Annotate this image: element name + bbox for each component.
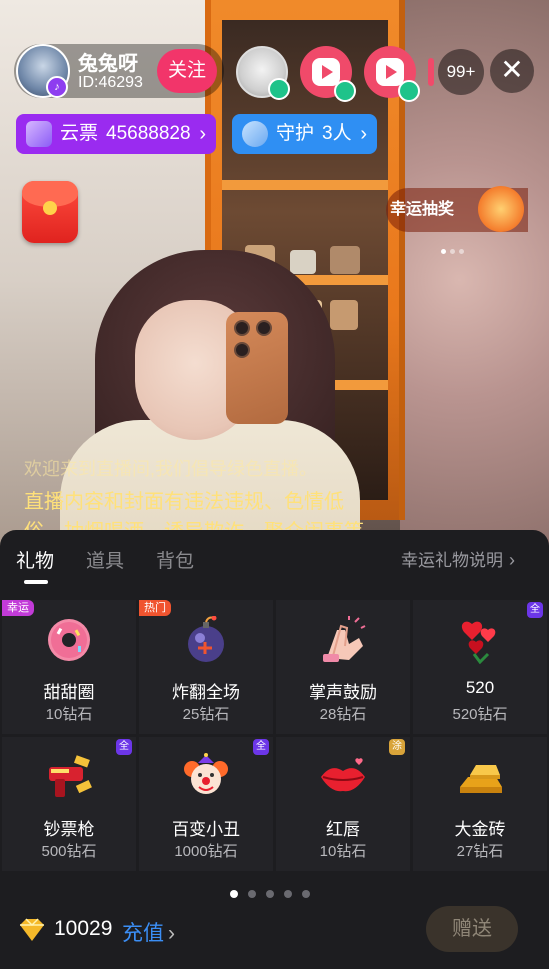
gift-item[interactable]: 全 520 520钻石 — [413, 600, 547, 734]
gift-item[interactable]: 全 钞票枪 500钻石 — [2, 737, 136, 871]
gift-corner-badge: 涂 — [389, 739, 405, 755]
host-id: ID:46293 — [78, 74, 143, 91]
gift-price: 10钻石 — [319, 843, 367, 860]
gift-name: 大金砖 — [454, 820, 506, 839]
clapping-hands-icon — [323, 616, 366, 662]
red-envelope-icon[interactable] — [22, 181, 78, 243]
viewer-badge-icon — [334, 80, 356, 102]
gift-name: 甜甜圈 — [43, 683, 95, 702]
lucky-gift-info-link[interactable]: 幸运礼物说明 › — [401, 546, 515, 571]
money-gun-icon — [49, 755, 92, 797]
cabinet-shelf — [222, 180, 388, 190]
gift-name: 百变小丑 — [172, 820, 240, 839]
hearts-bouquet-icon — [461, 621, 496, 664]
lucky-draw-banner[interactable]: 幸运抽奖 — [386, 186, 528, 232]
guard-label: 守护 — [276, 123, 315, 144]
gift-price: 500钻石 — [41, 843, 97, 860]
gift-name: 520 — [465, 678, 495, 697]
gift-grid: 幸运 甜甜圈 10钻石 热门 炸翻全场 25钻石 掌声鼓励 28钻石 全 520… — [2, 600, 547, 872]
gold-bars-icon — [460, 765, 502, 793]
red-lips-icon — [321, 758, 365, 792]
gift-price: 10钻石 — [45, 706, 93, 723]
gift-corner-badge: 全 — [116, 739, 132, 755]
lucky-gift-info-label: 幸运礼物说明 — [401, 551, 503, 570]
viewer-avatar[interactable] — [236, 46, 290, 100]
page-dot[interactable] — [248, 890, 256, 898]
close-button[interactable]: ✕ — [490, 49, 534, 93]
ticket-icon — [26, 121, 52, 147]
close-icon: ✕ — [500, 54, 524, 85]
gift-corner-badge: 全 — [527, 602, 543, 618]
lucky-draw-label: 幸运抽奖 — [390, 201, 455, 218]
gift-price: 1000钻石 — [174, 843, 238, 860]
gift-page-indicator — [230, 885, 320, 903]
viewer-avatar-overflow — [428, 58, 434, 86]
cloud-ticket-pill[interactable]: 云票 45688828 › — [16, 114, 216, 154]
tab-props[interactable]: 道具 — [86, 546, 124, 573]
donut-icon — [48, 619, 90, 661]
send-gift-button[interactable]: 赠送 — [426, 906, 518, 952]
guard-pill[interactable]: 守护 3人 › — [232, 114, 377, 154]
gift-price: 520钻石 — [452, 706, 508, 723]
tab-gifts[interactable]: 礼物 — [16, 546, 54, 573]
gift-tag: 幸运 — [2, 600, 34, 616]
gift-price: 25钻石 — [182, 706, 230, 723]
chevron-right-icon: › — [360, 123, 367, 145]
play-logo-icon — [376, 58, 404, 86]
page-dot[interactable] — [284, 890, 292, 898]
viewer-badge-icon — [398, 80, 420, 102]
chevron-right-icon: › — [199, 123, 206, 145]
gift-item[interactable]: 红唇 10钻石 — [276, 737, 410, 871]
recharge-label: 充值 — [122, 922, 164, 945]
microphone-icon: ♪ — [46, 76, 68, 98]
banner-pagination — [441, 241, 481, 254]
handbag — [330, 246, 360, 274]
platform-notice: 直播内容和封面有违法违规、色情低俗、抽烟喝酒、诱导欺诈、聚众闹事等 — [24, 491, 364, 530]
recharge-link[interactable]: 充值 › — [122, 917, 175, 947]
phone-prop — [226, 312, 288, 424]
clown-icon — [184, 753, 228, 794]
viewer-avatar[interactable] — [300, 46, 356, 102]
gift-corner-badge: 全 — [253, 739, 269, 755]
welcome-message: 欢迎来到直播间,我们倡导绿色直播。 — [24, 459, 317, 479]
diamond-icon — [20, 918, 44, 941]
gift-box-icon — [478, 186, 524, 232]
gift-item[interactable]: 全 百变小丑 1000钻石 — [139, 737, 273, 871]
chevron-right-icon: › — [168, 922, 175, 945]
gift-price: 28钻石 — [319, 706, 367, 723]
gift-item[interactable]: 热门 炸翻全场 25钻石 — [139, 600, 273, 734]
host-name: 兔兔呀 — [78, 53, 138, 75]
shield-icon — [242, 121, 268, 147]
chat-area: 欢迎来到直播间,我们倡导绿色直播。 直播内容和封面有违法违规、色情低俗、抽烟喝酒… — [0, 455, 390, 530]
ticket-label: 云票 — [60, 123, 99, 144]
diamond-balance: 10029 — [54, 917, 113, 940]
follow-button[interactable]: 关注 — [157, 49, 217, 93]
gift-name: 钞票枪 — [43, 820, 95, 839]
gift-tag: 热门 — [139, 600, 171, 616]
chevron-right-icon: › — [509, 550, 515, 570]
viewer-avatar[interactable] — [364, 46, 420, 102]
viewer-badge-icon — [268, 78, 290, 100]
guard-value: 3人 — [322, 123, 352, 144]
page-dot[interactable] — [230, 890, 238, 898]
handbag — [330, 300, 358, 330]
active-tab-indicator — [24, 580, 48, 584]
gift-item[interactable]: 幸运 甜甜圈 10钻石 — [2, 600, 136, 734]
gift-price: 27钻石 — [456, 843, 504, 860]
gift-name: 红唇 — [326, 820, 360, 839]
bomb-icon — [188, 616, 224, 662]
page-dot[interactable] — [302, 890, 310, 898]
tab-backpack[interactable]: 背包 — [156, 546, 194, 573]
handbag — [290, 250, 316, 274]
play-logo-icon — [312, 58, 340, 86]
page-dot[interactable] — [266, 890, 274, 898]
gift-name: 炸翻全场 — [172, 683, 240, 702]
ticket-value: 45688828 — [106, 123, 191, 144]
gift-name: 掌声鼓励 — [309, 683, 377, 702]
viewer-count-button[interactable]: 99+ — [438, 49, 484, 95]
gift-item[interactable]: 涂 大金砖 27钻石 — [389, 737, 547, 871]
gift-item[interactable]: 掌声鼓励 28钻石 — [276, 600, 410, 734]
